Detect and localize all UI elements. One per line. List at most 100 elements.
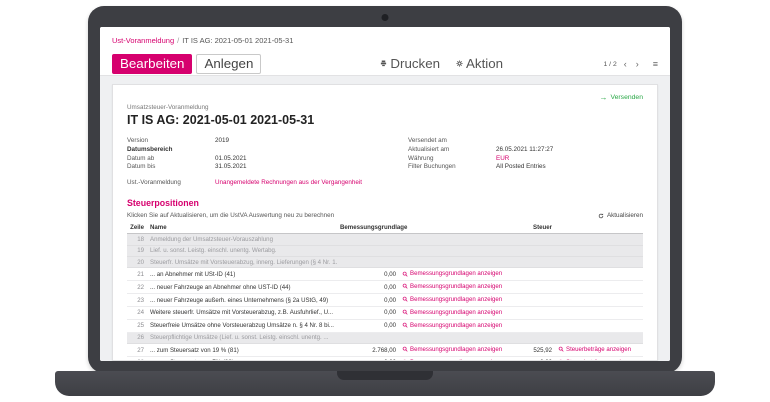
base-amount-cell: 0,00 — [337, 306, 399, 319]
table-group-row: 20Steuerfr. Umsätze mit Vorsteuerabzug, … — [127, 256, 643, 267]
show-base-amounts-link[interactable]: Bemessungsgrundlagen anzeigen — [402, 346, 502, 353]
base-amount-cell: 0,00 — [337, 268, 399, 281]
list-view-icon[interactable]: ≡ — [653, 59, 658, 69]
tax-link-cell — [555, 245, 643, 256]
show-base-amounts-link[interactable]: Bemessungsgrundlagen anzeigen — [402, 322, 502, 329]
show-base-amounts-link[interactable]: Bemessungsgrundlagen anzeigen — [402, 283, 502, 290]
base-link-cell — [399, 332, 511, 343]
tax-link-cell: Steuerbeträge anzeigen — [555, 344, 643, 357]
field-value: 31.05.2021 — [215, 163, 247, 170]
field-label: Datum ab — [127, 155, 215, 162]
field-column-right: Versendet am Aktualisiert am 26.05.2021 … — [408, 137, 643, 172]
magnifier-icon — [402, 359, 408, 361]
base-link-cell: Bemessungsgrundlagen anzeigen — [399, 281, 511, 294]
show-base-amounts-link[interactable]: Bemessungsgrundlagen anzeigen — [402, 270, 502, 277]
name-cell: Lief. u. sonst. Leistg. einschl. unentg.… — [147, 245, 337, 256]
show-base-amounts-link[interactable]: Bemessungsgrundlagen anzeigen — [402, 296, 502, 303]
table-row: 28... zum Steuersatz von 7% (86)0,00Beme… — [127, 356, 643, 361]
header-zeile: Zeile — [127, 222, 147, 234]
zeile-cell: 23 — [127, 294, 147, 307]
base-amount-cell — [337, 256, 399, 267]
name-cell: Steuerfreie Umsätze ohne Vorsteuerabzug … — [147, 319, 337, 332]
name-cell: Anmeldung der Umsatzsteuer-Vorauszahlung — [147, 234, 337, 245]
edit-button[interactable]: Bearbeiten — [112, 54, 192, 74]
base-link-cell: Bemessungsgrundlagen anzeigen — [399, 356, 511, 361]
field-label: Währung — [408, 155, 496, 162]
zeile-cell: 25 — [127, 319, 147, 332]
show-base-amounts-link[interactable]: Bemessungsgrundlagen anzeigen — [402, 359, 502, 361]
send-arrow-icon: → — [599, 93, 607, 102]
tax-amount-cell: 0,00 — [511, 356, 555, 361]
table-row: 21... an Abnehmer mit USt-ID (41)0,00Bem… — [127, 268, 643, 281]
magnifier-icon — [402, 283, 408, 289]
show-tax-amounts-link[interactable]: Steuerbeträge anzeigen — [558, 346, 631, 353]
currency-link[interactable]: EUR — [496, 155, 509, 162]
magnifier-icon — [402, 309, 408, 315]
field-label: Version — [127, 137, 215, 144]
device-frame: Ust-Voranmeldung / IT IS AG: 2021-05-01 … — [88, 6, 682, 373]
device-base — [55, 371, 715, 396]
tax-amount-cell — [511, 281, 555, 294]
field-value: 01.05.2021 — [215, 155, 247, 162]
tax-link-cell: Steuerbeträge anzeigen — [555, 356, 643, 361]
table-row: 24Weitere steuerfr. Umsätze mit Vorsteue… — [127, 306, 643, 319]
action-button[interactable]: Aktion — [453, 55, 506, 73]
zeile-cell: 22 — [127, 281, 147, 294]
field-group-label: Datumsbereich — [127, 146, 215, 153]
base-link-cell — [399, 234, 511, 245]
page-title: IT IS AG: 2021-05-01 2021-05-31 — [127, 113, 643, 127]
name-cell: ... zum Steuersatz von 19 % (81) — [147, 344, 337, 357]
header-base: Bemessungsgrundlage — [337, 222, 399, 234]
field-version: Version 2019 — [127, 137, 362, 146]
base-link-cell: Bemessungsgrundlagen anzeigen — [399, 294, 511, 307]
field-waehrung: Währung EUR — [408, 155, 643, 164]
magnifier-icon — [402, 271, 408, 277]
table-group-row: 18Anmeldung der Umsatzsteuer-Vorauszahlu… — [127, 234, 643, 245]
table-row: 23... neuer Fahrzeuge außerh. eines Unte… — [127, 294, 643, 307]
table-row: 25Steuerfreie Umsätze ohne Vorsteuerabzu… — [127, 319, 643, 332]
send-label: Versenden — [610, 94, 643, 101]
pager: 1 / 2 ‹ › ≡ — [604, 59, 659, 69]
magnifier-icon — [402, 322, 408, 328]
field-label: Ust.-Voranmeldung — [127, 179, 215, 186]
field-aktualisiert-am: Aktualisiert am 26.05.2021 11:27:27 — [408, 146, 643, 155]
pager-prev-button[interactable]: ‹ — [622, 60, 629, 69]
base-amount-cell: 0,00 — [337, 319, 399, 332]
tax-link-cell — [555, 234, 643, 245]
pager-next-button[interactable]: › — [634, 60, 641, 69]
tax-link-cell — [555, 306, 643, 319]
base-amount-cell: 0,00 — [337, 356, 399, 361]
pager-counter: 1 / 2 — [604, 61, 617, 68]
print-button[interactable]: Drucken — [377, 55, 443, 73]
ustva-row: Ust.-Voranmeldung Unangemeldete Rechnung… — [127, 179, 643, 186]
unreported-invoices-link[interactable]: Unangemeldete Rechnungen aus der Vergang… — [215, 179, 362, 186]
show-base-amounts-link[interactable]: Bemessungsgrundlagen anzeigen — [402, 309, 502, 316]
base-amount-cell: 2.768,00 — [337, 344, 399, 357]
form-sheet: → Versenden Umsatzsteuer-Voranmeldung IT… — [112, 84, 658, 361]
tax-link-cell — [555, 319, 643, 332]
tax-amount-cell: 525,92 — [511, 344, 555, 357]
tax-amount-cell — [511, 268, 555, 281]
table-header-row: Zeile Name Bemessungsgrundlage Steuer — [127, 222, 643, 234]
breadcrumb-parent-link[interactable]: Ust-Voranmeldung — [112, 36, 174, 45]
device-base-notch — [337, 371, 433, 380]
tool-group: Drucken Aktion — [377, 55, 506, 73]
base-link-cell — [399, 245, 511, 256]
show-tax-amounts-link[interactable]: Steuerbeträge anzeigen — [558, 359, 631, 361]
base-amount-cell — [337, 245, 399, 256]
zeile-cell: 28 — [127, 356, 147, 361]
field-label: Aktualisiert am — [408, 146, 496, 153]
field-grid: Version 2019 Datumsbereich Datum ab 01.0… — [127, 137, 643, 172]
gear-icon — [456, 60, 463, 67]
create-button[interactable]: Anlegen — [196, 54, 261, 74]
name-cell: ... neuer Fahrzeuge an Abnehmer ohne UST… — [147, 281, 337, 294]
send-row: → Versenden — [127, 93, 643, 102]
send-button[interactable]: → Versenden — [599, 93, 643, 102]
name-cell: Steuerpflichtige Umsätze (Lief. u. sonst… — [147, 332, 337, 343]
name-cell: ... zum Steuersatz von 7% (86) — [147, 356, 337, 361]
magnifier-icon — [402, 296, 408, 302]
refresh-button[interactable]: Aktualisieren — [598, 212, 643, 219]
document-subtitle: Umsatzsteuer-Voranmeldung — [127, 104, 643, 111]
base-link-cell: Bemessungsgrundlagen anzeigen — [399, 268, 511, 281]
name-cell: ... neuer Fahrzeuge außerh. eines Untern… — [147, 294, 337, 307]
